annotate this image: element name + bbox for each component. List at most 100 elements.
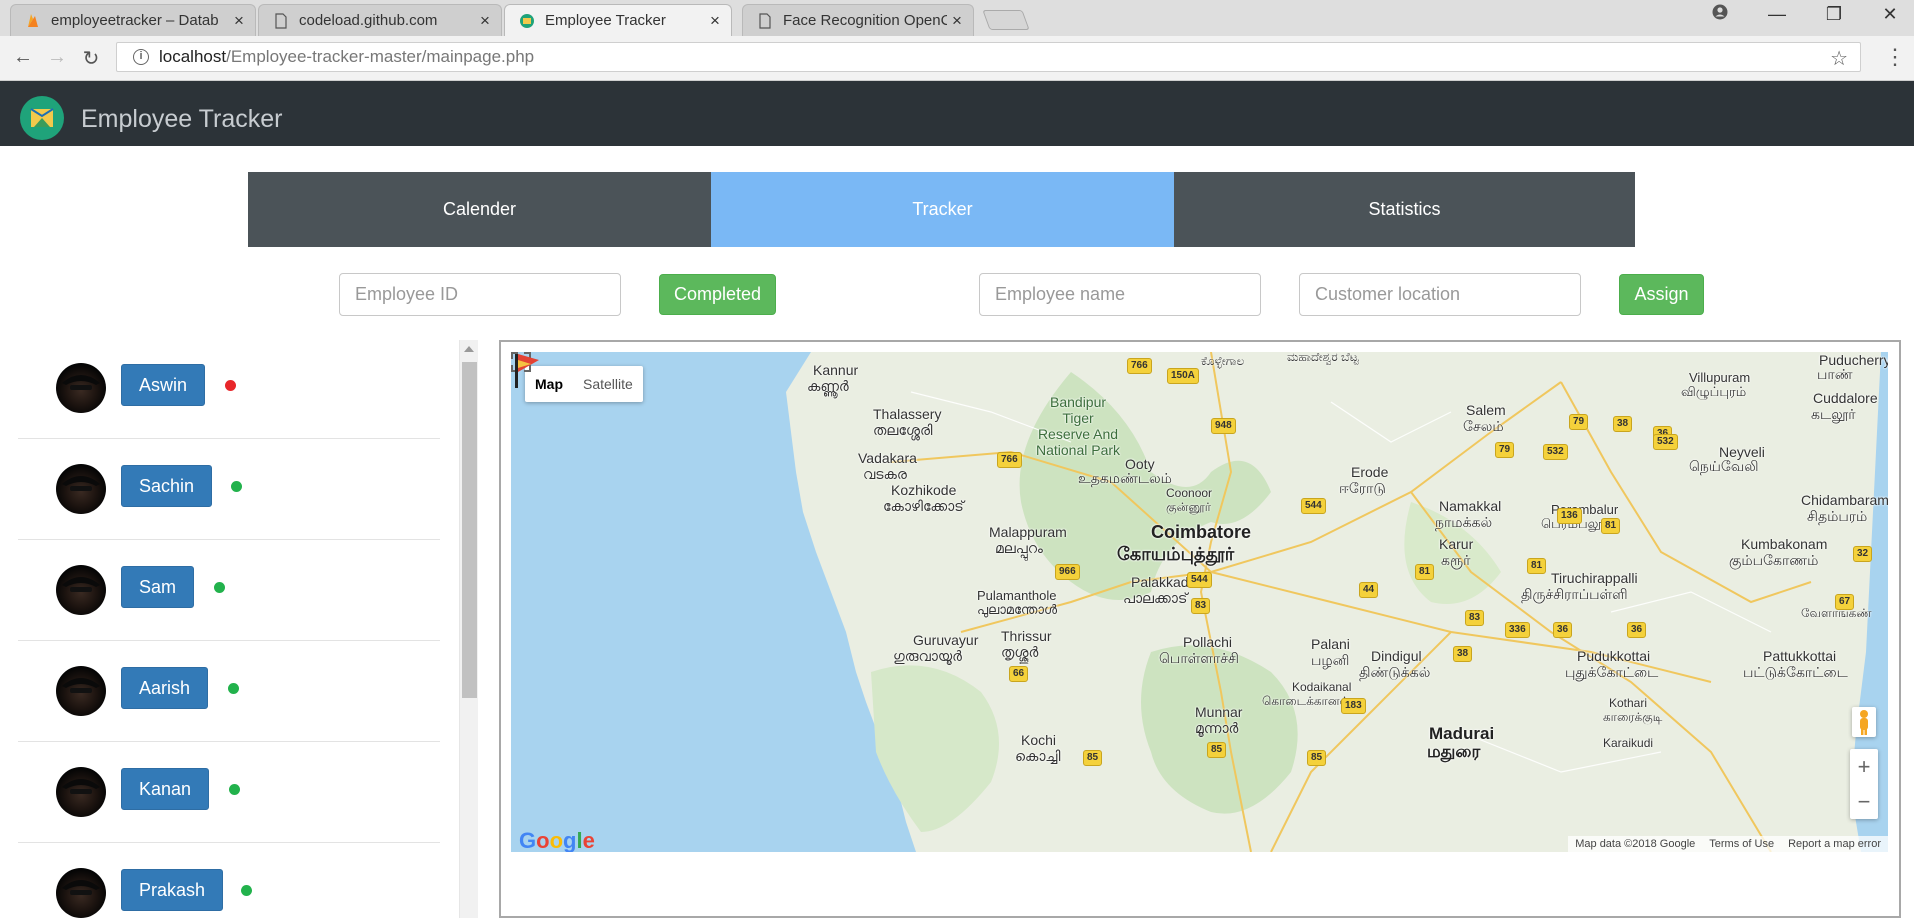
map-label: பழனி	[1311, 652, 1350, 668]
browser-tab-face-recognition[interactable]: Face Recognition OpenCV ×	[742, 4, 974, 36]
avatar	[56, 868, 106, 918]
road-shield: 38	[1453, 646, 1473, 662]
employee-button[interactable]: Prakash	[121, 869, 224, 911]
profile-icon[interactable]	[1700, 4, 1740, 25]
employee-list-scrollbar[interactable]	[459, 340, 478, 918]
map-label: ஈரோடு	[1339, 480, 1386, 496]
employee-name-input[interactable]	[979, 273, 1261, 316]
tab-title: Employee Tracker	[545, 12, 666, 29]
road-shield: 36	[1627, 622, 1647, 638]
back-arrow-icon[interactable]: ←	[10, 46, 36, 69]
scroll-thumb[interactable]	[462, 362, 477, 698]
employee-button[interactable]: Sachin	[121, 465, 213, 507]
bookmark-star-icon[interactable]: ☆	[1830, 46, 1848, 71]
page-icon	[759, 12, 771, 29]
employee-id-input[interactable]	[339, 273, 621, 316]
street-view-pegman-icon[interactable]	[1852, 707, 1876, 737]
map-label: പാലക്കാട്	[1123, 590, 1188, 606]
map-label: തൃശ്ശൂർ	[1001, 644, 1039, 660]
map-label: கடலூர்	[1811, 406, 1856, 422]
assign-button[interactable]: Assign	[1619, 274, 1704, 315]
close-icon[interactable]: ×	[947, 11, 967, 31]
completed-button[interactable]: Completed	[659, 274, 776, 315]
status-dot	[241, 885, 252, 896]
map-label: கொடைக்கானல்	[1262, 694, 1350, 708]
status-dot	[225, 380, 236, 391]
tab-statistics[interactable]: Statistics	[1174, 172, 1635, 247]
map-label: Thalassery	[873, 406, 942, 422]
minimize-icon[interactable]: —	[1757, 4, 1797, 25]
tab-title: employeetracker – Datab	[51, 12, 219, 29]
close-icon[interactable]: ×	[229, 11, 249, 31]
list-item: Sam	[18, 540, 440, 641]
terms-of-use-link[interactable]: Terms of Use	[1702, 838, 1781, 850]
map-label: Kothari	[1609, 696, 1648, 710]
map-label: Kumbakonam	[1741, 536, 1828, 552]
map-label: Coonoor	[1166, 486, 1213, 500]
map-label: തലശ്ശേരി	[873, 422, 933, 438]
map-label: Erode	[1351, 464, 1389, 480]
employee-button[interactable]: Aarish	[121, 667, 209, 709]
map-label: Madurai	[1429, 724, 1495, 743]
employee-button[interactable]: Kanan	[121, 768, 210, 810]
road-shield: 948	[1211, 418, 1236, 434]
google-logo: Google	[519, 828, 595, 852]
address-bar[interactable]: i localhost/Employee-tracker-master/main…	[116, 42, 1861, 72]
employee-button[interactable]: Aswin	[121, 364, 206, 406]
reload-icon[interactable]: ↻	[78, 46, 104, 71]
forward-arrow-icon[interactable]: →	[44, 46, 70, 69]
map-label: புதுக்கோட்டை	[1565, 664, 1659, 680]
road-shield: 81	[1601, 518, 1621, 534]
new-tab-button[interactable]	[982, 10, 1030, 30]
road-shield: 85	[1207, 742, 1227, 758]
tab-tracker[interactable]: Tracker	[711, 172, 1174, 247]
road-shield: 532	[1543, 444, 1568, 460]
tab-title: codeload.github.com	[299, 12, 438, 29]
road-shield: 36	[1553, 622, 1573, 638]
road-shield: 79	[1569, 414, 1589, 430]
employee-list: Aswin Sachin Sam Aarish Kanan Prakash	[18, 338, 440, 918]
map-label: Malappuram	[989, 524, 1067, 540]
map-label: Kochi	[1021, 732, 1057, 748]
road-shield: 81	[1415, 564, 1435, 580]
map-label: பாண்	[1817, 366, 1853, 382]
tab-calendar[interactable]: Calender	[248, 172, 711, 247]
avatar	[56, 565, 106, 615]
map-label: பொள்ளாச்சி	[1159, 650, 1239, 666]
map-label: ಕೊಳ್ಳೇಗಾಲ	[1201, 354, 1245, 368]
map[interactable]: Map Satellite Kannur കണ്ണൂർ Thalassery ത…	[511, 352, 1888, 852]
map-label: Pudukkottai	[1577, 648, 1651, 664]
browser-tab-firebase[interactable]: employeetracker – Datab ×	[10, 4, 256, 36]
close-icon[interactable]: ×	[475, 11, 495, 31]
customer-location-input[interactable]	[1299, 273, 1581, 316]
road-shield: 766	[997, 452, 1022, 468]
close-icon[interactable]: ×	[705, 11, 725, 31]
scroll-up-arrow-icon[interactable]	[464, 346, 474, 352]
flag-marker-icon[interactable]	[511, 352, 541, 390]
map-label: Cuddalore	[1813, 390, 1878, 406]
browser-menu-icon[interactable]: ⋮	[1884, 44, 1906, 70]
restore-icon[interactable]: ❐	[1814, 4, 1854, 25]
map-type-satellite-button[interactable]: Satellite	[573, 366, 643, 402]
road-shield: 544	[1187, 572, 1212, 588]
list-item: Kanan	[18, 742, 440, 843]
road-shield: 83	[1465, 610, 1485, 626]
road-shield: 544	[1301, 498, 1326, 514]
map-label: Kannur	[813, 362, 859, 378]
zoom-in-button[interactable]: +	[1850, 749, 1878, 784]
window-close-icon[interactable]: ✕	[1870, 4, 1910, 25]
map-label: Dindigul	[1371, 648, 1422, 664]
road-shield: 38	[1613, 416, 1633, 432]
info-icon[interactable]: i	[133, 49, 149, 65]
map-label: Palani	[1311, 636, 1350, 652]
zoom-out-button[interactable]: −	[1850, 784, 1878, 819]
map-label: நாமக்கல்	[1435, 514, 1493, 530]
road-shield: 136	[1557, 508, 1582, 524]
browser-tab-codeload[interactable]: codeload.github.com ×	[258, 4, 502, 36]
map-label: கரூர்	[1441, 552, 1471, 568]
map-label: Pulamanthole	[977, 588, 1057, 603]
employee-button[interactable]: Sam	[121, 566, 195, 608]
map-label: Pattukkottai	[1763, 648, 1837, 664]
browser-tab-employee-tracker[interactable]: Employee Tracker ×	[504, 4, 732, 36]
report-map-error-link[interactable]: Report a map error	[1781, 838, 1888, 850]
